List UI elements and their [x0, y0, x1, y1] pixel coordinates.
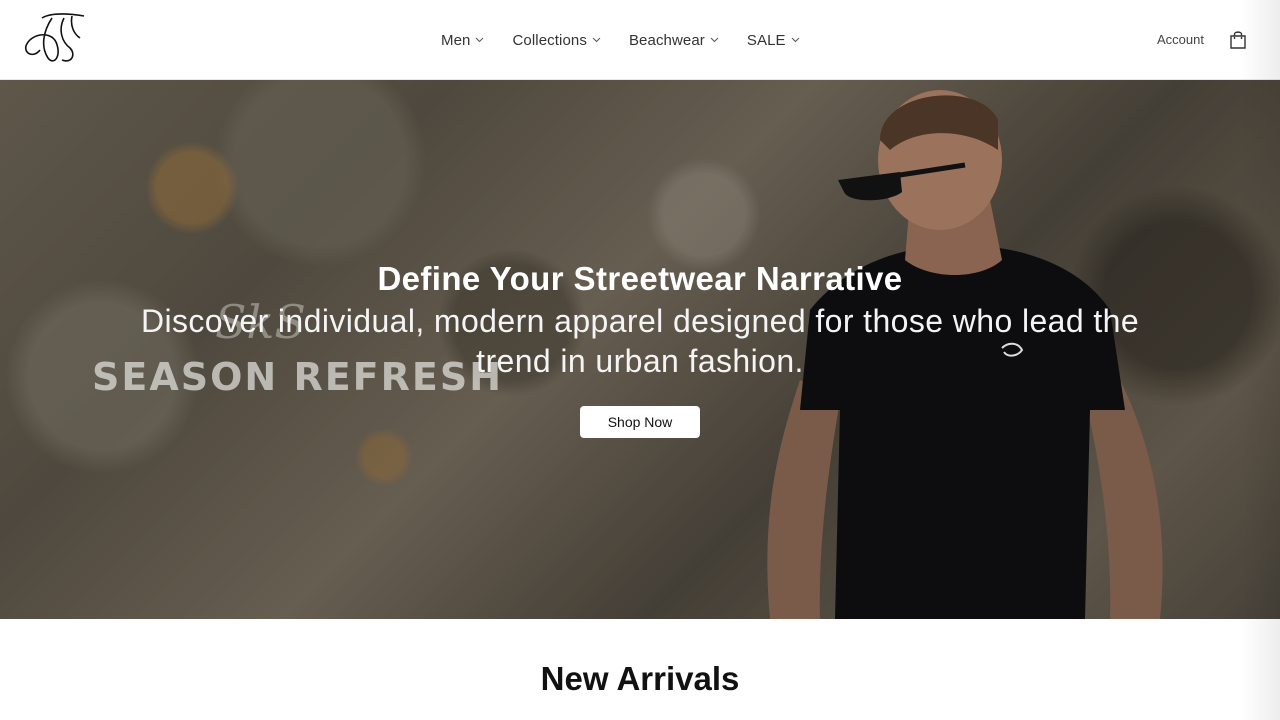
site-header: Men Collections Beachwear SALE Account [0, 0, 1280, 80]
hero-subtitle: Discover individual, modern apparel desi… [140, 303, 1140, 379]
brand-logo[interactable] [22, 12, 88, 66]
nav-beachwear[interactable]: Beachwear [629, 32, 719, 49]
shop-now-button[interactable]: Shop Now [580, 406, 700, 438]
shopping-bag-icon[interactable] [1229, 30, 1247, 50]
nav-sale-label: SALE [746, 31, 786, 49]
hero-title: Define Your Streetwear Narrative [377, 260, 903, 297]
chevron-down-icon [710, 37, 719, 43]
hero-banner: SkS SEASON REFRESH Define Your Streetwea… [0, 80, 1280, 619]
chevron-down-icon [592, 37, 601, 43]
nav-men[interactable]: Men [441, 32, 484, 49]
nav-sale[interactable]: SALE [747, 32, 800, 49]
nav-beachwear-label: Beachwear [628, 31, 705, 49]
chevron-down-icon [476, 37, 484, 43]
nav-men-label: Men [441, 31, 471, 49]
nav-collections[interactable]: Collections [512, 31, 601, 49]
nav-collections-label: Collections [512, 31, 587, 49]
chevron-down-icon [791, 37, 800, 43]
main-nav: Men Collections Beachwear SALE [441, 0, 828, 80]
new-arrivals-heading: New Arrivals [540, 660, 740, 697]
account-link[interactable]: Account [1157, 32, 1204, 47]
